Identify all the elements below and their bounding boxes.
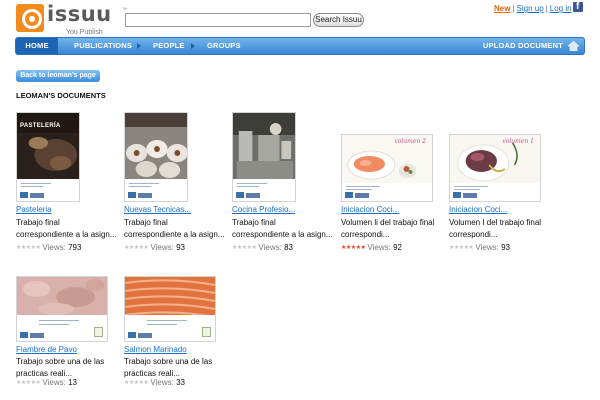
logo-wordmark: issuu — [47, 2, 112, 26]
thumbnail-footer — [125, 179, 187, 201]
back-to-profile-button[interactable]: Back to leoman's page — [16, 70, 100, 82]
document-thumbnail[interactable]: volumen 1 — [449, 134, 541, 202]
views-count: 93 — [176, 243, 185, 252]
nav-home[interactable]: HOME — [16, 38, 58, 54]
thumbnail-image — [17, 277, 107, 317]
search-input[interactable] — [125, 13, 311, 27]
document-meta: ★★★★★ Views: 83 — [232, 243, 293, 252]
rating-stars[interactable]: ★★★★★ — [449, 244, 474, 251]
thumbnail-footer — [17, 179, 79, 201]
thumbnail-footer — [450, 183, 540, 201]
views-label: Views: — [367, 243, 391, 252]
thumbnail-footer — [342, 183, 432, 201]
views-count: 93 — [501, 243, 510, 252]
nav-groups[interactable]: GROUPS — [207, 38, 241, 54]
document-meta: ★★★★★ Views: 93 — [449, 243, 510, 252]
document-card: volumen 2 Iniciacion Coci... Volumen li … — [341, 134, 443, 252]
nav-publications[interactable]: PUBLICATIONS — [74, 38, 132, 54]
document-meta: ★★★★★ Views: 92 — [341, 243, 402, 252]
nav-arrow-icon — [191, 43, 195, 49]
document-title-link[interactable]: Pasteleria — [16, 205, 52, 214]
document-card: PASTELERÍA Pasteleria Trabajo final corr… — [16, 112, 118, 252]
search-button[interactable]: Search Issuu — [313, 13, 364, 27]
document-card: volumen 1 Iniciacion Coci... Volumen I d… — [449, 134, 551, 252]
views-count: 13 — [68, 378, 77, 387]
new-link[interactable]: New — [494, 4, 510, 13]
document-description: Trabajo sobre una de las practicas reali… — [16, 357, 105, 378]
nav-arrow-icon — [137, 43, 141, 49]
document-description: Trabajo sobre una de las practicas reali… — [124, 357, 213, 378]
thumbnail-footer — [233, 179, 295, 201]
views-label: Views: — [150, 378, 174, 387]
header: issuu ™ You Publish Search Issuu New | Sig… — [0, 0, 600, 36]
views-count: 92 — [393, 243, 402, 252]
issuu-logo-icon — [16, 4, 44, 32]
document-meta: ★★★★★ Views: 33 — [124, 378, 185, 387]
thumbnail-footer — [125, 315, 215, 341]
thumbnail-title: PASTELERÍA — [20, 123, 61, 129]
login-link[interactable]: Log in — [550, 4, 572, 13]
document-thumbnail[interactable]: PASTELERÍA — [16, 112, 80, 202]
views-label: Views: — [42, 378, 66, 387]
document-meta: ★★★★★ Views: 93 — [124, 243, 185, 252]
issuu-logo[interactable]: issuu ™ You Publish — [16, 2, 127, 36]
thumbnail-image — [233, 113, 295, 181]
document-title-link[interactable]: Fiambre de Pavo — [16, 345, 77, 354]
main-nav: HOME PUBLICATIONS PEOPLE GROUPS UPLOAD D… — [15, 37, 585, 55]
document-description: Trabajo final correspondiente a la asign… — [124, 218, 225, 239]
document-title-link[interactable]: Iniciacion Coci... — [449, 205, 507, 214]
document-title-link[interactable]: Salmon Marinado — [124, 345, 187, 354]
thumbnail-image — [125, 277, 215, 317]
document-title-link[interactable]: Iniciacion Coci... — [341, 205, 399, 214]
document-meta: ★★★★★ Views: 793 — [16, 243, 81, 252]
thumbnail-image — [125, 113, 187, 181]
document-description: Trabajo final correspondiente a la asign… — [16, 218, 117, 239]
signup-link[interactable]: Sign up — [517, 4, 544, 13]
thumbnail-volume-label: volumen 1 — [502, 138, 534, 145]
document-card: Nuevas Tecnicas... Trabajo final corresp… — [124, 112, 226, 252]
link-separator: | — [512, 4, 515, 13]
rating-stars[interactable]: ★★★★★ — [124, 244, 149, 251]
rating-stars[interactable]: ★★★★★ — [341, 244, 366, 251]
views-label: Views: — [475, 243, 499, 252]
link-separator: | — [545, 4, 548, 13]
document-description: Volumen I del trabajo final correspondi.… — [449, 218, 542, 239]
rating-stars[interactable]: ★★★★★ — [232, 244, 257, 251]
account-links: New | Sign up | Log in — [494, 4, 572, 13]
upload-icon[interactable] — [568, 41, 579, 51]
views-count: 83 — [284, 243, 293, 252]
document-thumbnail[interactable] — [232, 112, 296, 202]
rating-stars[interactable]: ★★★★★ — [16, 244, 41, 251]
document-thumbnail[interactable] — [124, 276, 216, 342]
views-label: Views: — [150, 243, 174, 252]
section-title: LEOMAN'S DOCUMENTS — [16, 91, 106, 100]
rating-stars[interactable]: ★★★★★ — [16, 379, 41, 386]
views-count: 793 — [68, 243, 82, 252]
rating-stars[interactable]: ★★★★★ — [124, 379, 149, 386]
views-label: Views: — [42, 243, 66, 252]
views-label: Views: — [258, 243, 282, 252]
logo-tagline: You Publish — [66, 29, 103, 36]
nav-people[interactable]: PEOPLE — [153, 38, 185, 54]
document-card: Cocina Profesio... Trabajo final corresp… — [232, 112, 334, 252]
document-card: Fiambre de Pavo Trabajo sobre una de las… — [16, 276, 118, 390]
document-title-link[interactable]: Nuevas Tecnicas... — [124, 205, 191, 214]
document-title-link[interactable]: Cocina Profesio... — [232, 205, 295, 214]
document-description: Volumen li del trabajo final correspondi… — [341, 218, 435, 239]
thumbnail-volume-label: volumen 2 — [394, 138, 426, 145]
views-count: 33 — [176, 378, 185, 387]
thumbnail-footer — [17, 315, 107, 341]
document-thumbnail[interactable]: volumen 2 — [341, 134, 433, 202]
facebook-icon[interactable]: f — [573, 1, 583, 12]
nav-upload-document[interactable]: UPLOAD DOCUMENT — [483, 38, 563, 54]
document-description: Trabajo final correspondiente a la asign… — [232, 218, 333, 239]
document-thumbnail[interactable] — [124, 112, 188, 202]
document-meta: ★★★★★ Views: 13 — [16, 378, 77, 387]
document-thumbnail[interactable] — [16, 276, 108, 342]
document-card: Salmon Marinado Trabajo sobre una de las… — [124, 276, 226, 390]
